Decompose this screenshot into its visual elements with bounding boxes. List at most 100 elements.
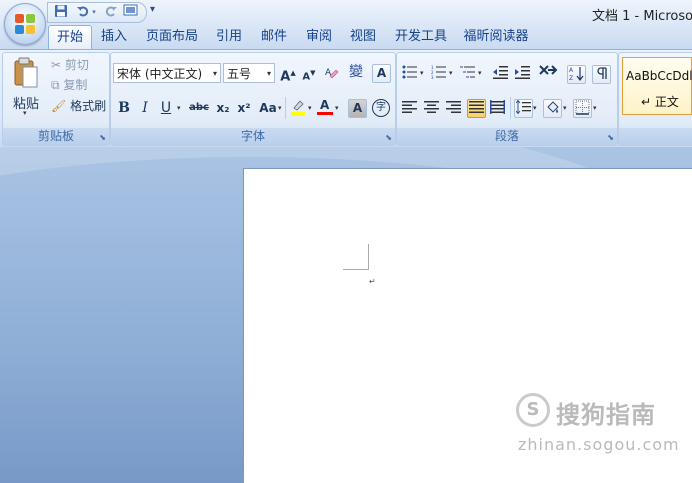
numbering-dropdown-icon[interactable]: ▾: [449, 69, 453, 77]
tab-home[interactable]: 开始: [48, 25, 92, 50]
italic-button[interactable]: I: [136, 99, 154, 117]
phonetic-guide-icon: 變: [349, 64, 363, 80]
borders-button[interactable]: [573, 99, 592, 118]
enclose-characters-icon: 字: [376, 102, 386, 113]
office-button[interactable]: [4, 3, 46, 45]
svg-text:Z: Z: [569, 75, 573, 81]
print-preview-icon[interactable]: [122, 4, 139, 21]
enclose-characters-button[interactable]: 字: [372, 99, 390, 117]
scissors-icon: ✂: [51, 58, 62, 72]
increase-indent-icon: [515, 66, 530, 79]
font-launcher-icon[interactable]: ⬊: [385, 133, 392, 142]
character-border-button[interactable]: A: [372, 64, 391, 83]
shading-dropdown-icon[interactable]: ▾: [563, 104, 567, 112]
align-right-button[interactable]: [445, 100, 463, 118]
tab-page-layout[interactable]: 页面布局: [142, 25, 202, 48]
font-group-label: 字体: [111, 128, 395, 145]
cut-button[interactable]: ✂ 剪切: [51, 56, 89, 73]
redo-icon[interactable]: [102, 4, 119, 21]
underline-dropdown-icon[interactable]: ▾: [177, 104, 181, 112]
paragraph-group-label: 段落: [397, 128, 617, 145]
paragraph-launcher-icon[interactable]: ⬊: [607, 133, 614, 142]
font-size-select[interactable]: 五号 ▾: [223, 63, 275, 83]
highlight-button[interactable]: [289, 98, 307, 116]
watermark-url: zhinan.sogou.com: [518, 435, 680, 454]
font-color-dropdown-icon[interactable]: ▾: [335, 104, 339, 112]
align-right-icon: [446, 101, 461, 113]
character-shading-icon: A: [352, 101, 363, 115]
office-logo-icon: [15, 14, 35, 34]
bullets-button[interactable]: [401, 65, 419, 83]
multilevel-list-dropdown-icon[interactable]: ▾: [478, 69, 482, 77]
paste-button[interactable]: 粘贴 ▾: [7, 55, 45, 121]
cut-label: 剪切: [64, 58, 89, 72]
distributed-icon: [490, 100, 505, 114]
character-border-icon: A: [376, 66, 387, 80]
font-name-select[interactable]: 宋体 (中文正文) ▾: [113, 63, 221, 83]
chinese-layout-button[interactable]: [537, 64, 561, 82]
paste-icon: [13, 57, 39, 92]
ribbon-tabs: 开始 插入 页面布局 引用 邮件 审阅 视图 开发工具 福昕阅读器: [0, 25, 692, 50]
justify-button[interactable]: [467, 99, 486, 118]
style-name: ↵ 正文: [641, 95, 679, 109]
clear-formatting-icon: A: [325, 68, 339, 79]
format-painter-button[interactable]: 🖌 格式刷: [51, 97, 106, 114]
undo-dropdown-icon[interactable]: ▾: [90, 4, 98, 21]
paragraph-group: ▾ 123 ▾ ▾ AZ ▾ ▾ ▾ 段落 ⬊: [396, 52, 618, 146]
multilevel-list-button[interactable]: [459, 65, 477, 83]
paste-dropdown-icon: ▾: [23, 109, 27, 117]
change-case-button[interactable]: Aa: [257, 99, 279, 117]
styles-group-label: [619, 128, 692, 145]
justify-icon: [469, 101, 484, 113]
decrease-indent-button[interactable]: [492, 65, 510, 83]
copy-icon: ⧉: [51, 78, 60, 92]
bold-button[interactable]: B: [115, 99, 133, 117]
tab-mailings[interactable]: 邮件: [255, 25, 293, 48]
underline-button[interactable]: U: [157, 99, 175, 117]
change-case-dropdown-icon[interactable]: ▾: [278, 104, 282, 112]
decrease-indent-icon: [493, 66, 508, 79]
borders-dropdown-icon[interactable]: ▾: [593, 104, 597, 112]
tab-foxit-reader[interactable]: 福昕阅读器: [460, 25, 532, 48]
grow-font-button[interactable]: A▲: [279, 64, 297, 84]
strikethrough-button[interactable]: abc: [187, 99, 211, 117]
sort-button[interactable]: AZ: [567, 65, 586, 84]
tab-insert[interactable]: 插入: [96, 25, 132, 48]
highlight-dropdown-icon[interactable]: ▾: [308, 104, 312, 112]
bullets-icon: [402, 65, 417, 79]
increase-indent-button[interactable]: [514, 65, 532, 83]
clipboard-group: 粘贴 ▾ ✂ 剪切 ⧉ 复制 🖌 格式刷 剪贴板 ⬊: [2, 52, 110, 146]
superscript-button[interactable]: x²: [235, 99, 253, 117]
character-shading-button[interactable]: A: [348, 99, 367, 118]
line-spacing-button[interactable]: [514, 99, 533, 118]
shrink-font-button[interactable]: A▼: [300, 64, 318, 82]
font-color-button[interactable]: A: [316, 97, 334, 115]
tab-references[interactable]: 引用: [210, 25, 248, 48]
customize-qat-icon[interactable]: ▾: [150, 4, 155, 15]
svg-text:3: 3: [431, 75, 434, 79]
watermark-brand: 搜狗指南: [556, 401, 656, 429]
align-center-icon: [424, 101, 439, 113]
font-color-swatch: [317, 112, 333, 115]
margin-corner-horizontal: [343, 269, 369, 270]
subscript-button[interactable]: x₂: [214, 99, 232, 117]
distributed-button[interactable]: [489, 100, 507, 118]
clear-formatting-button[interactable]: A: [323, 64, 341, 82]
style-normal[interactable]: AaBbCcDdl ↵ 正文: [622, 57, 692, 115]
save-icon[interactable]: [52, 4, 69, 21]
line-spacing-dropdown-icon[interactable]: ▾: [533, 104, 537, 112]
copy-button[interactable]: ⧉ 复制: [51, 76, 87, 93]
tab-developer[interactable]: 开发工具: [390, 25, 452, 48]
highlighter-icon: [291, 100, 305, 116]
show-formatting-marks-button[interactable]: [592, 65, 611, 84]
tab-review[interactable]: 审阅: [300, 25, 338, 48]
undo-icon[interactable]: [74, 4, 91, 21]
tab-view[interactable]: 视图: [344, 25, 382, 48]
phonetic-guide-button[interactable]: 變: [347, 63, 365, 81]
align-left-button[interactable]: [401, 100, 419, 118]
numbering-button[interactable]: 123: [430, 65, 448, 83]
align-center-button[interactable]: [423, 100, 441, 118]
shading-button[interactable]: [543, 99, 562, 118]
bullets-dropdown-icon[interactable]: ▾: [420, 69, 424, 77]
clipboard-launcher-icon[interactable]: ⬊: [99, 133, 106, 142]
